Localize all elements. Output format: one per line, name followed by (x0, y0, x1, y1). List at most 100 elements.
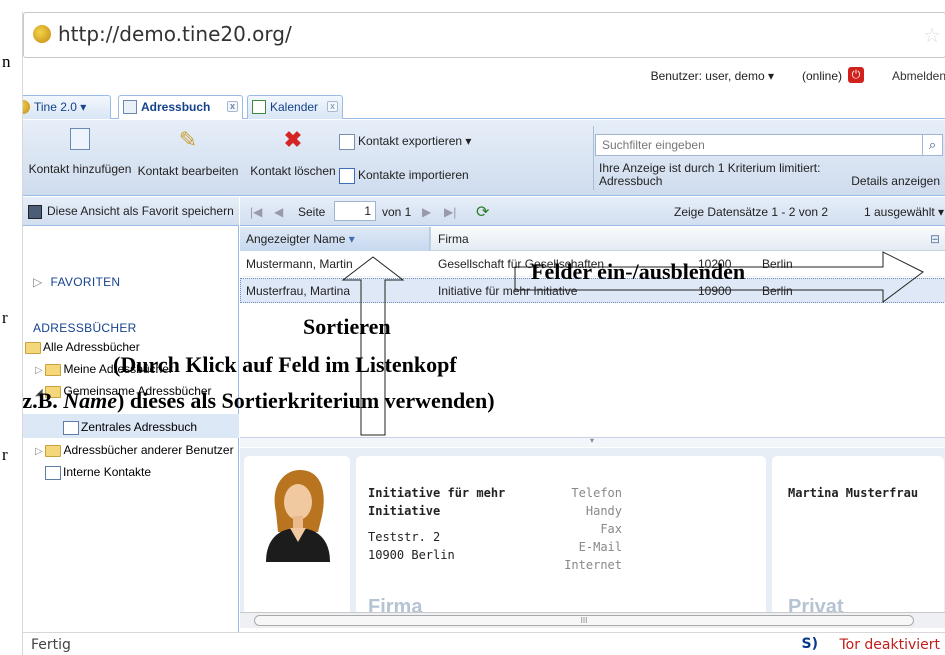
avatar-card (244, 456, 350, 628)
details-link[interactable]: Details anzeigen (851, 174, 940, 188)
cell-name: Mustermann, Martin (246, 257, 353, 271)
delete-x-icon: ✖ (283, 127, 303, 152)
import-icon (339, 168, 355, 184)
close-icon[interactable]: x (227, 101, 238, 112)
sidebar: Diese Ansicht als Favorit speichern ▷ FAV… (23, 197, 239, 655)
tab-kalender[interactable]: Kalender x (247, 95, 343, 119)
column-header-name[interactable]: Angezeigter Name ▾ (246, 232, 355, 246)
export-contact-button[interactable]: Kontakt exportieren ▾ (339, 134, 471, 150)
save-favorite-button[interactable]: Diese Ansicht als Favorit speichern (23, 197, 239, 226)
add-contact-button[interactable]: Kontakt hinzufügen (27, 128, 133, 176)
tree-item-internal[interactable]: Interne Kontakte (45, 463, 151, 481)
star-icon[interactable]: ☆ (923, 23, 941, 48)
scrollbar-thumb[interactable]: III (254, 615, 914, 626)
company-name: Initiative (368, 504, 441, 518)
tor-status[interactable]: Tor deaktiviert (839, 637, 940, 653)
first-page-icon[interactable]: |◀ (250, 205, 262, 219)
cell-zip: 10900 (698, 284, 732, 298)
tree-label: Zentrales Adressbuch (81, 420, 198, 434)
refresh-icon[interactable]: ⟳ (476, 202, 489, 222)
edit-contact-button[interactable]: ✎ Kontakt bearbeiten (133, 128, 243, 179)
selection-menu[interactable]: 1 ausgewählt ▾ (864, 205, 944, 219)
button-label: Kontakte importieren (358, 168, 469, 183)
annotation-line1: (Durch Klick auf Feld im Listenkopf (113, 352, 457, 377)
action-toolbar: Kontakt hinzufügen ✎ Kontakt bearbeiten … (23, 120, 945, 196)
export-icon (339, 134, 355, 150)
tab-label: Tine 2.0 ▾ (34, 100, 87, 114)
annotation-fragment: Name (63, 388, 118, 413)
cell-name: Musterfrau, Martina (246, 284, 351, 298)
page-of-label: von 1 (382, 205, 412, 219)
button-label: Kontakt löschen (250, 164, 336, 178)
section-label: ADRESSBÜCHER (33, 321, 137, 335)
favorites-header[interactable]: ▷ FAVORITEN (33, 275, 120, 289)
column-label: Angezeigter Name (246, 232, 346, 246)
tab-tine[interactable]: Tine 2.0 ▾ (23, 95, 111, 119)
calendar-icon (252, 100, 266, 114)
delete-contact-button[interactable]: ✖ Kontakt löschen (245, 127, 341, 179)
addressbooks-header[interactable]: ADRESSBÜCHER (33, 321, 137, 335)
company-name: Initiative für mehr (368, 486, 506, 500)
folder-icon (25, 341, 41, 354)
company-card: Initiative für mehr Initiative Teststr. … (356, 456, 766, 628)
column-header-company[interactable]: Firma (438, 232, 469, 246)
folder-icon (45, 444, 62, 457)
online-status[interactable]: (online) (802, 69, 842, 83)
tree-item-others[interactable]: ▷ Adressbücher anderer Benutzer (35, 441, 239, 459)
tab-adressbuch[interactable]: Adressbuch x (118, 95, 243, 119)
margin-letter: n (2, 52, 11, 71)
globe-icon (33, 25, 51, 43)
internet-label: Internet (564, 558, 622, 572)
s-icon[interactable]: S) (802, 636, 818, 652)
margin-letters: n r r (0, 0, 22, 655)
grid-header: Angezeigter Name ▾ Firma ⊟ (240, 227, 945, 251)
user-menu[interactable]: Benutzer: user, demo ▾ (651, 69, 774, 83)
search-placeholder: Suchfilter eingeben (602, 138, 705, 152)
button-label: Kontakt hinzufügen (28, 162, 132, 176)
last-page-icon[interactable]: ▶| (444, 205, 456, 219)
cell-city: Berlin (762, 257, 793, 271)
toolbar-divider (593, 126, 594, 190)
filter-info: Ihre Anzeige ist durch 1 Kriterium limit… (599, 162, 859, 188)
cell-company: Initiative für mehr Initiative (438, 284, 578, 298)
tab-label: Kalender (270, 100, 319, 114)
record-count: Zeige Datensätze 1 - 2 von 2 (674, 205, 829, 219)
close-icon[interactable]: x (327, 101, 338, 112)
search-input[interactable]: Suchfilter eingeben ⌕ (595, 134, 943, 156)
mobile-label: Handy (585, 504, 622, 518)
chevron-down-icon[interactable]: ▾ (590, 436, 594, 445)
panel-splitter[interactable]: ▾ (240, 436, 945, 447)
annotation-fragment: (z.B. (22, 388, 58, 413)
add-contact-icon (70, 128, 90, 150)
next-page-icon[interactable]: ▶ (422, 205, 431, 219)
tree-label: Interne Kontakte (63, 465, 152, 479)
power-icon[interactable]: ⏻ (848, 67, 864, 83)
url-text[interactable]: http://demo.tine20.org/ (58, 22, 292, 46)
person-name: Martina Musterfrau (788, 486, 919, 500)
import-contacts-button[interactable]: Kontakte importieren (339, 168, 469, 184)
page-input[interactable]: 1 (334, 201, 376, 221)
tree-label: Adressbücher anderer Benutzer (63, 443, 234, 457)
annotation-fragment: ) dieses als Sortierkriterium verwenden) (117, 388, 495, 413)
column-divider (430, 227, 431, 251)
margin-letter: r (2, 445, 8, 464)
cell-city: Berlin (762, 284, 793, 298)
street: Teststr. 2 (368, 530, 441, 544)
private-card: Martina Musterfrau Privat (772, 456, 944, 628)
paging-toolbar: |◀ ◀ Seite 1 von 1 ▶ ▶| ⟳ Zeige Datensät… (240, 197, 945, 226)
column-toggle-icon[interactable]: ⊟ (930, 232, 940, 246)
button-label: Kontakt exportieren ▾ (358, 134, 472, 149)
disk-icon (28, 205, 42, 219)
horizontal-scrollbar[interactable]: III (240, 612, 945, 628)
contact-details-panel: Initiative für mehr Initiative Teststr. … (240, 448, 945, 628)
tree-item-central[interactable]: Zentrales Adressbuch (63, 418, 197, 436)
list-icon (63, 420, 79, 435)
city: 10900 Berlin (368, 548, 455, 562)
search-icon[interactable]: ⌕ (922, 135, 942, 155)
address-bar[interactable]: http://demo.tine20.org/ ☆ (23, 12, 945, 58)
list-icon (45, 465, 61, 480)
prev-page-icon[interactable]: ◀ (274, 205, 283, 219)
logout-link[interactable]: Abmelden (892, 69, 945, 83)
user-bar: Benutzer: user, demo ▾ (online) ⏻ Abmeld… (23, 61, 945, 91)
annotation-columns-toggle: Felder ein-/ausblenden (531, 259, 746, 284)
